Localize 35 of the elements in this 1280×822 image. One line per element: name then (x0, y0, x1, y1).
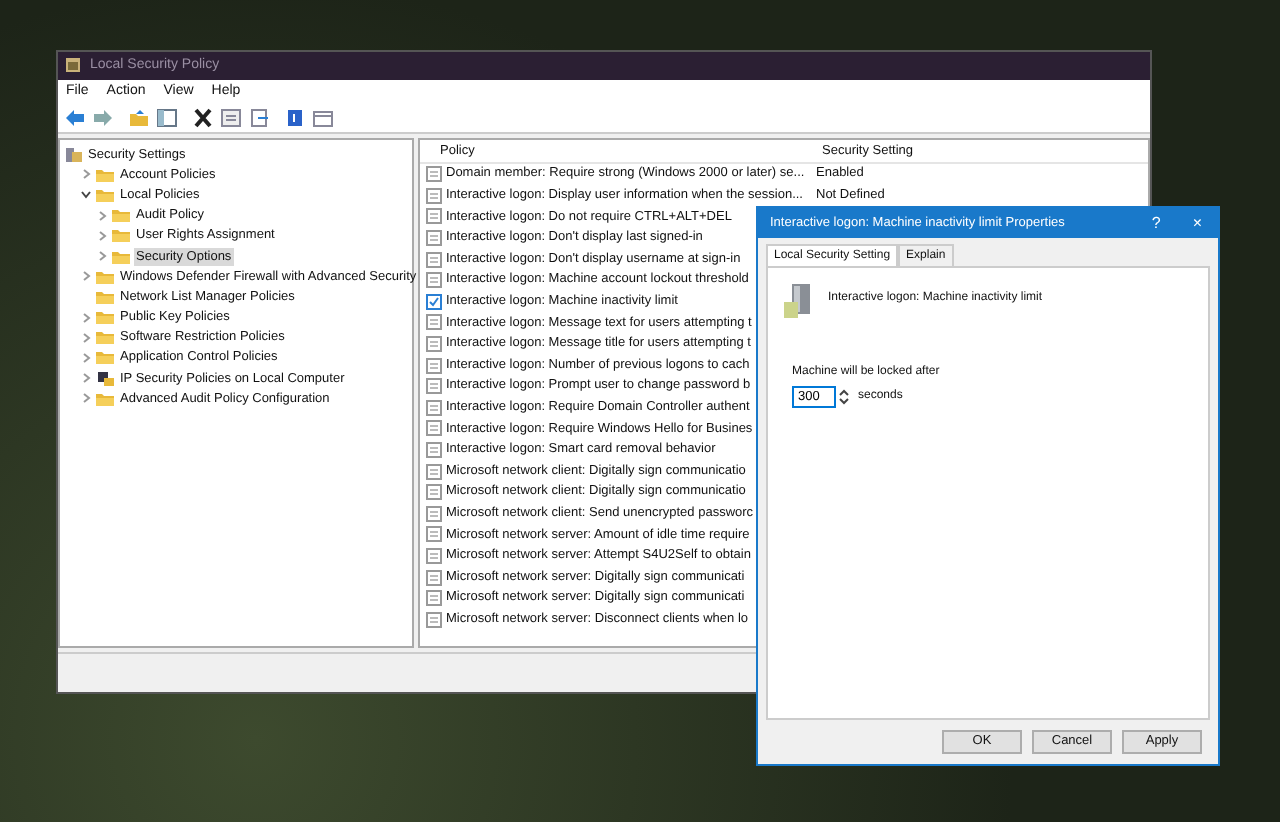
folder-icon (96, 348, 114, 367)
window-icon[interactable] (312, 108, 334, 128)
expand-caret-icon[interactable] (80, 168, 92, 181)
close-button[interactable]: × (1176, 208, 1218, 238)
folder-icon[interactable] (128, 108, 150, 128)
folder-icon (96, 308, 114, 327)
folder-icon (96, 165, 114, 184)
folder-icon (96, 328, 114, 347)
folder-icon (112, 226, 130, 245)
delete-icon[interactable] (192, 108, 214, 128)
expand-caret-icon[interactable] (80, 331, 92, 344)
folder-icon (112, 247, 130, 266)
forward-arrow-icon[interactable] (92, 108, 114, 128)
expand-caret-icon[interactable] (96, 229, 108, 242)
folder-icon (112, 206, 130, 225)
expand-caret-icon[interactable] (80, 392, 92, 405)
server-icon (784, 284, 812, 320)
expand-caret-icon[interactable] (80, 351, 92, 364)
security-settings-icon (64, 145, 82, 164)
expand-caret-icon[interactable] (80, 270, 92, 283)
computer-icon (96, 369, 114, 388)
collapse-caret-icon[interactable] (80, 188, 92, 201)
expand-caret-icon[interactable] (96, 250, 108, 263)
folder-icon (96, 267, 114, 286)
spin-arrows-icon[interactable] (838, 388, 850, 406)
expand-caret-icon[interactable] (80, 372, 92, 385)
app-icon (64, 56, 82, 74)
back-arrow-icon[interactable] (64, 108, 86, 128)
help-button[interactable]: ? (1135, 208, 1177, 238)
expand-caret-icon[interactable] (96, 209, 108, 222)
expand-caret-icon[interactable] (80, 311, 92, 324)
pane-icon[interactable] (156, 108, 178, 128)
folder-icon (96, 185, 114, 204)
folder-icon (96, 389, 114, 408)
folder-icon (96, 287, 114, 306)
